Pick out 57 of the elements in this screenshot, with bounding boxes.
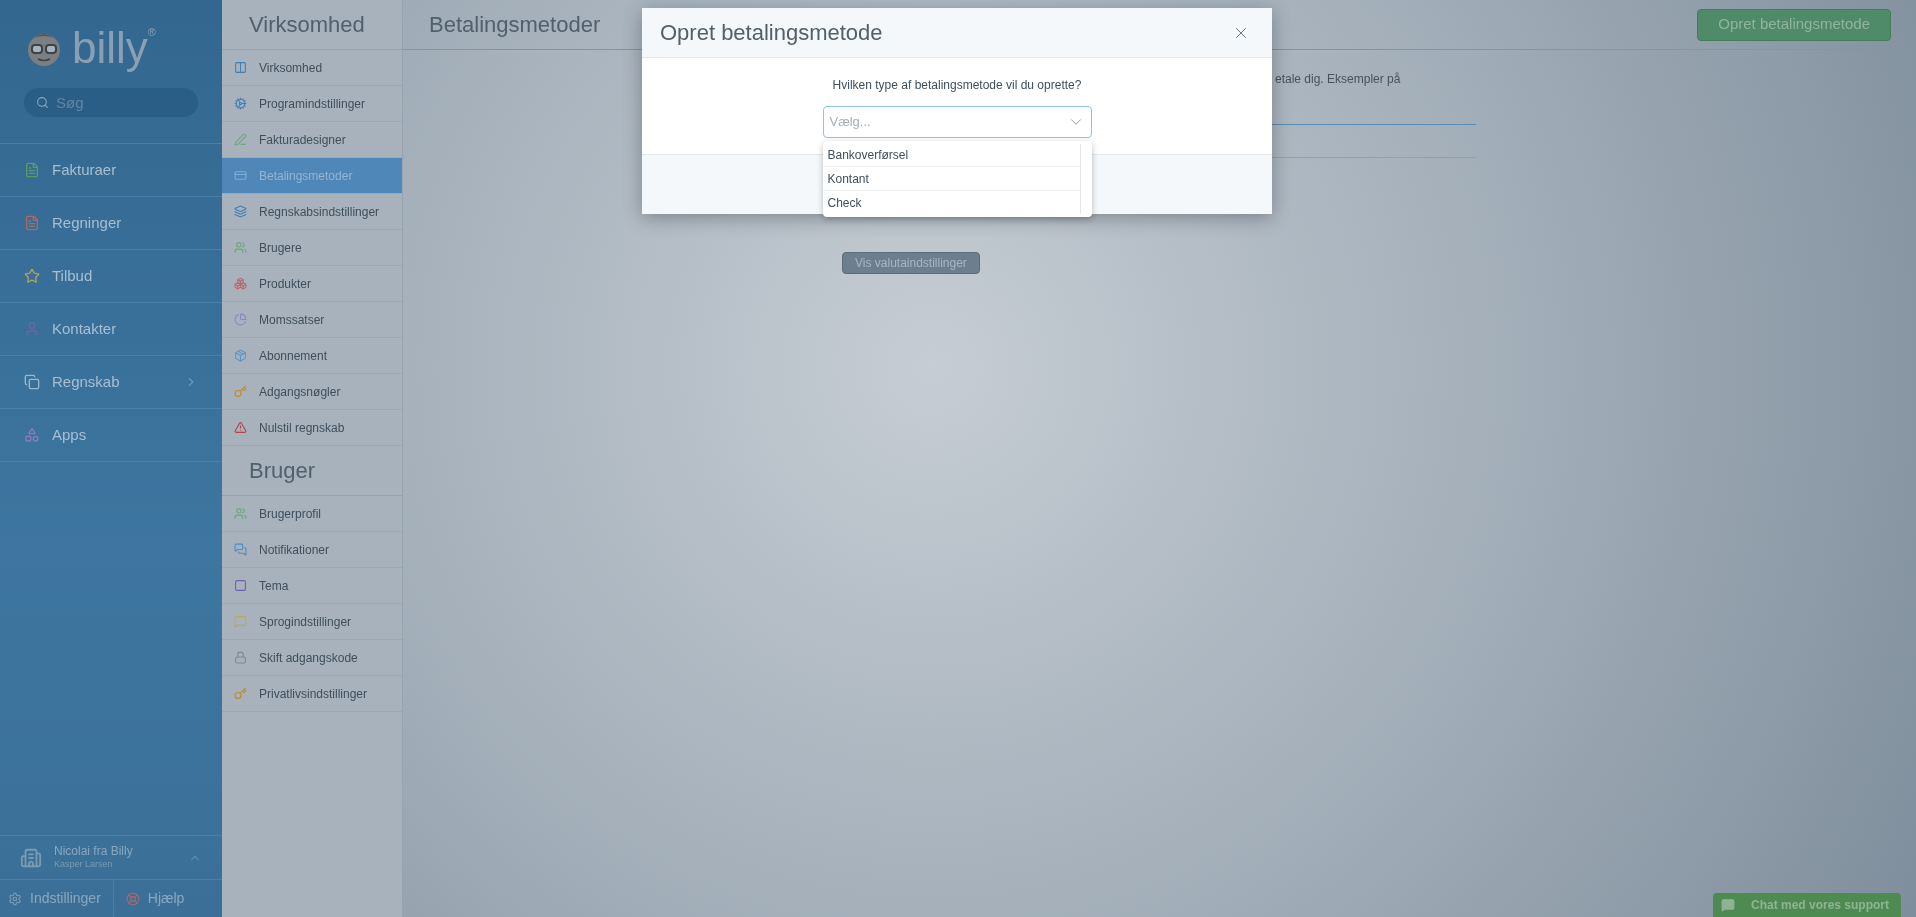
settings-nav-item[interactable]: Notifikationer [222, 532, 402, 568]
settings-nav-item[interactable]: Programindstillinger [222, 86, 402, 122]
users-icon [234, 241, 247, 254]
key-icon [234, 385, 247, 398]
square-icon [234, 579, 247, 592]
settings-nav-item[interactable]: Sprogindstillinger [222, 604, 402, 640]
dropdown-option[interactable]: Check [822, 191, 1080, 215]
settings-nav-item[interactable]: Skift adgangskode [222, 640, 402, 676]
settings-nav-item[interactable]: Abonnement [222, 338, 402, 374]
boxes-icon [234, 277, 247, 290]
package-icon [234, 349, 247, 362]
logo-wordmark: billy [72, 26, 148, 70]
page-title: Betalingsmetoder [429, 11, 601, 39]
document-icon [24, 162, 40, 178]
settings-nav-item[interactable]: Momssatser [222, 302, 402, 338]
gear-icon [8, 891, 22, 906]
settings-nav-item[interactable]: Produkter [222, 266, 402, 302]
columns-icon [234, 61, 247, 74]
users-icon [234, 507, 247, 520]
lock-icon [234, 651, 247, 664]
settings-nav-item[interactable]: Brugere [222, 230, 402, 266]
pages-icon [234, 205, 247, 218]
pen-icon [234, 133, 247, 146]
footer-link[interactable]: Hjælp [113, 880, 193, 917]
speech-bubble-icon [1720, 898, 1735, 912]
section-heading: Virksomhed [222, 0, 402, 50]
document-icon [24, 215, 40, 231]
settings-nav-item[interactable]: Tema [222, 568, 402, 604]
building-icon [20, 846, 42, 869]
settings-nav-item[interactable]: Nulstil regnskab [222, 410, 402, 446]
dropdown-option[interactable]: Bankoverførsel [822, 143, 1080, 167]
settings-nav-item[interactable]: Brugerprofil [222, 496, 402, 532]
settings-nav-item[interactable]: Regnskabsindstillinger [222, 194, 402, 230]
pages-icon [24, 374, 40, 390]
registered-mark: ® [147, 25, 156, 38]
warning-icon [234, 421, 247, 434]
search-icon [36, 96, 49, 109]
description-text: etale dig. Eksempler på [1275, 71, 1401, 88]
key-icon [234, 687, 247, 700]
card-icon [234, 169, 247, 182]
section-heading: Bruger [222, 446, 402, 496]
chat-icon [234, 543, 247, 556]
question-text: Hvilken type af betalingsmetode vil du oprette? [832, 77, 1082, 94]
lifebuoy-icon [125, 891, 140, 906]
settings-nav-item[interactable]: Adgangsnøgler [222, 374, 402, 410]
settings-nav-item[interactable]: Virksomhed [222, 50, 402, 86]
modal-title: Opret betalingsmetode [660, 19, 883, 47]
star-icon [24, 268, 40, 284]
footer-link[interactable]: Indstillinger [0, 880, 114, 917]
person-icon [24, 321, 40, 337]
payment-type-select[interactable]: Vælg... [822, 106, 1092, 138]
gear-icon [234, 97, 247, 110]
pie-icon [234, 313, 247, 326]
circles-icon [24, 427, 40, 443]
settings-nav-item[interactable]: Privatlivsindstillinger [222, 676, 402, 712]
speech-bubble-icon [234, 615, 247, 628]
user-name: Nicolai fra Billy [54, 844, 134, 860]
